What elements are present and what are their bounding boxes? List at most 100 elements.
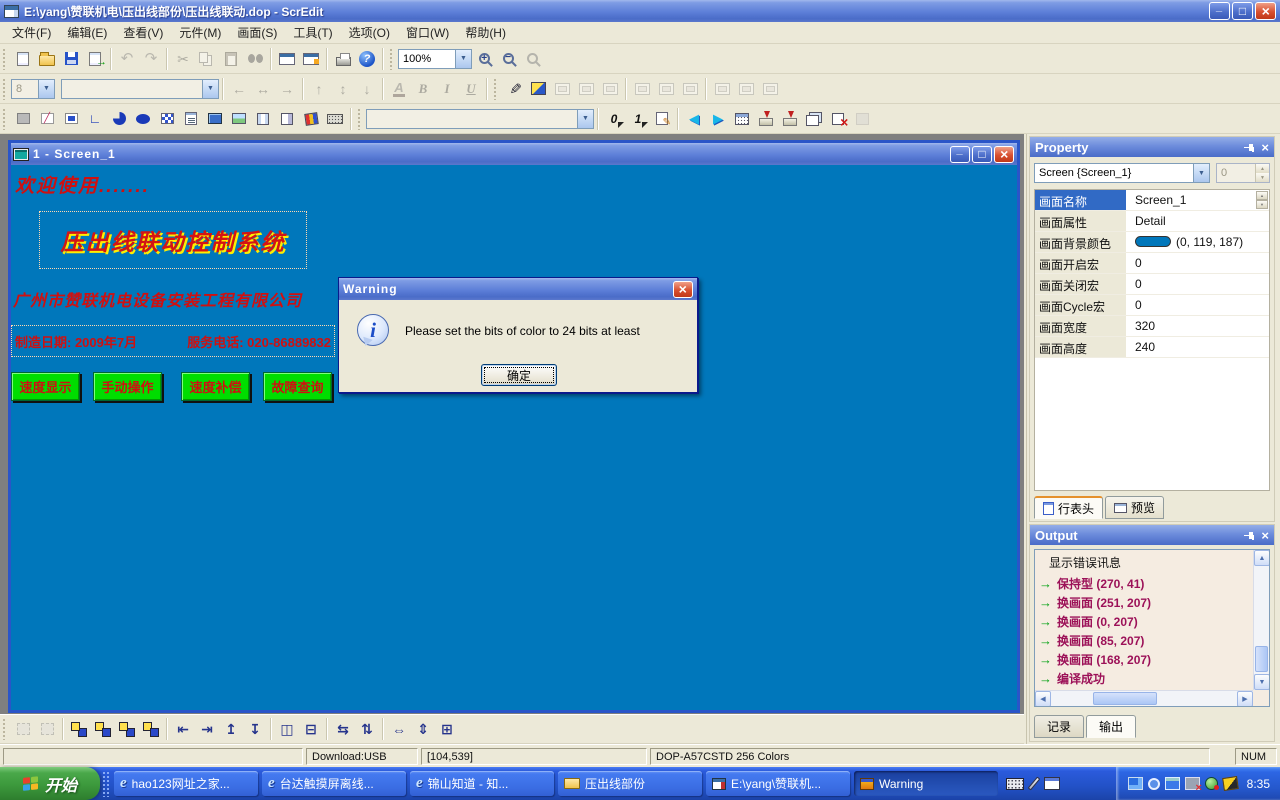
design-canvas[interactable]: 欢迎使用....... 压出线联动控制系统 广州市赞联机电设备安装工程有限公司 … (11, 165, 1017, 710)
same-width-button[interactable] (387, 717, 411, 741)
property-row[interactable]: 画面名称 Screen_1 ▲▼ (1035, 190, 1269, 211)
italic-button[interactable] (435, 77, 459, 101)
vertical-scrollbar[interactable] (1253, 550, 1269, 690)
company-name-text[interactable]: 广州市赞联机电设备安装工程有限公司 (13, 287, 302, 311)
warning-dialog-titlebar[interactable]: Warning (339, 278, 697, 300)
fit-height-button[interactable] (598, 77, 622, 101)
screen-window-titlebar[interactable]: 1 - Screen_1 (11, 143, 1017, 165)
menu-window[interactable]: 窗口(W) (398, 22, 457, 43)
new-screen-button[interactable] (275, 47, 299, 71)
save-button[interactable] (59, 47, 83, 71)
group-button[interactable] (11, 717, 35, 741)
space-vertical-button[interactable] (355, 717, 379, 741)
same-size-button[interactable] (435, 717, 459, 741)
rect-tool-button[interactable] (59, 107, 83, 131)
dropdown-button[interactable] (1193, 164, 1209, 182)
select-tool-button[interactable] (11, 107, 35, 131)
element-combobox[interactable] (366, 109, 594, 129)
tab-output[interactable]: 输出 (1086, 715, 1136, 738)
speed-display-button[interactable]: 速度显示 (11, 372, 80, 401)
pattern-tool-button[interactable] (155, 107, 179, 131)
dropdown-button[interactable] (455, 50, 471, 68)
zoom-tool-button[interactable] (520, 47, 544, 71)
size-right-button[interactable] (678, 77, 702, 101)
history-tool-button[interactable] (251, 107, 275, 131)
task-scredit[interactable]: E:\yang\赞联机... (706, 771, 850, 796)
tray-network-icon[interactable] (1128, 777, 1143, 790)
output-message-list[interactable]: 显示错误讯息 保持型 (270, 41) 换画面 (251, 207) 换画面 … (1034, 549, 1270, 707)
screen-restore-button[interactable] (972, 146, 992, 163)
horizontal-scrollbar[interactable] (1035, 690, 1253, 706)
draw-mode-button[interactable] (502, 77, 526, 101)
prev-screen-button[interactable] (682, 107, 706, 131)
polyline-tool-button[interactable] (83, 107, 107, 131)
fault-query-button[interactable]: 故障查询 (263, 372, 332, 401)
state0-button[interactable] (602, 107, 626, 131)
property-row[interactable]: 画面高度 240 (1035, 337, 1269, 358)
info-line-element[interactable]: 制造日期: 2009年7月 服务电话: 020-86889832 (11, 325, 335, 357)
menu-tools[interactable]: 工具(T) (285, 22, 340, 43)
align-center-button[interactable] (251, 77, 275, 101)
size-bottom-button[interactable] (758, 77, 782, 101)
dropdown-button[interactable] (202, 80, 218, 98)
language-panel-icon[interactable] (1044, 777, 1060, 790)
welcome-text[interactable]: 欢迎使用....... (15, 171, 150, 198)
scale-tool-button[interactable] (179, 107, 203, 131)
speed-compensation-button[interactable]: 速度补偿 (181, 372, 250, 401)
align-top-button[interactable] (307, 77, 331, 101)
zoom-out-button[interactable] (496, 47, 520, 71)
warning-close-button[interactable] (673, 281, 693, 298)
scroll-down-button[interactable] (1254, 674, 1270, 690)
redo-button[interactable] (139, 47, 163, 71)
picture-tool-button[interactable] (227, 107, 251, 131)
start-button[interactable]: 开始 (0, 767, 100, 800)
ok-button[interactable]: 确定 (481, 364, 557, 386)
new-button[interactable] (11, 47, 35, 71)
task-delta-forum[interactable]: 台达触摸屏离线... (262, 771, 406, 796)
download-screen-button[interactable] (778, 107, 802, 131)
task-jinshan[interactable]: 锦山知道 - 知... (410, 771, 554, 796)
maximize-button[interactable] (1232, 2, 1253, 20)
delete-screen-button[interactable] (826, 107, 850, 131)
export-button[interactable]: → (83, 47, 107, 71)
bold-button[interactable] (411, 77, 435, 101)
background-color-swatch[interactable] (1135, 236, 1171, 247)
arc-tool-button[interactable] (107, 107, 131, 131)
pin-icon[interactable] (1244, 142, 1255, 153)
zoom-in-button[interactable] (472, 47, 496, 71)
object-selector-combobox[interactable]: Screen {Screen_1} (1034, 163, 1210, 183)
compile-button[interactable] (730, 107, 754, 131)
spin-down-icon[interactable]: ▼ (1256, 200, 1268, 209)
scrollbar-thumb[interactable] (1255, 646, 1268, 672)
find-button[interactable] (243, 47, 267, 71)
menu-edit[interactable]: 编辑(E) (59, 22, 115, 43)
ellipse-tool-button[interactable] (131, 107, 155, 131)
keypad-tool-button[interactable] (323, 107, 347, 131)
pin-icon[interactable] (1244, 530, 1255, 541)
open-screen-button[interactable] (299, 47, 323, 71)
task-warning[interactable]: Warning (854, 771, 998, 796)
align-objects-left-button[interactable] (171, 717, 195, 741)
copy-button[interactable] (195, 47, 219, 71)
tab-record[interactable]: 记录 (1034, 715, 1084, 738)
align-bottom-button[interactable] (355, 77, 379, 101)
state-button[interactable] (526, 77, 550, 101)
spin-down-icon[interactable]: ▼ (1256, 173, 1269, 182)
font-size-combobox[interactable]: 8 (11, 79, 55, 99)
spin-up-icon[interactable]: ▲ (1256, 191, 1268, 200)
extra-button[interactable] (850, 107, 874, 131)
fit-width-button[interactable] (574, 77, 598, 101)
print-button[interactable] (331, 47, 355, 71)
underline-button[interactable] (459, 77, 483, 101)
center-vertical-button[interactable] (299, 717, 323, 741)
move-backward-button[interactable] (139, 717, 163, 741)
center-horizontal-button[interactable] (275, 717, 299, 741)
close-button[interactable] (1255, 2, 1276, 20)
undo-button[interactable] (115, 47, 139, 71)
tray-network-disabled-icon[interactable] (1185, 777, 1200, 790)
system-title-element[interactable]: 压出线联动控制系统 (39, 211, 307, 269)
menu-help[interactable]: 帮助(H) (457, 22, 514, 43)
scroll-right-button[interactable] (1237, 691, 1253, 707)
menu-options[interactable]: 选项(O) (341, 22, 398, 43)
output-item[interactable]: 换画面 (168, 207) (1035, 650, 1269, 669)
